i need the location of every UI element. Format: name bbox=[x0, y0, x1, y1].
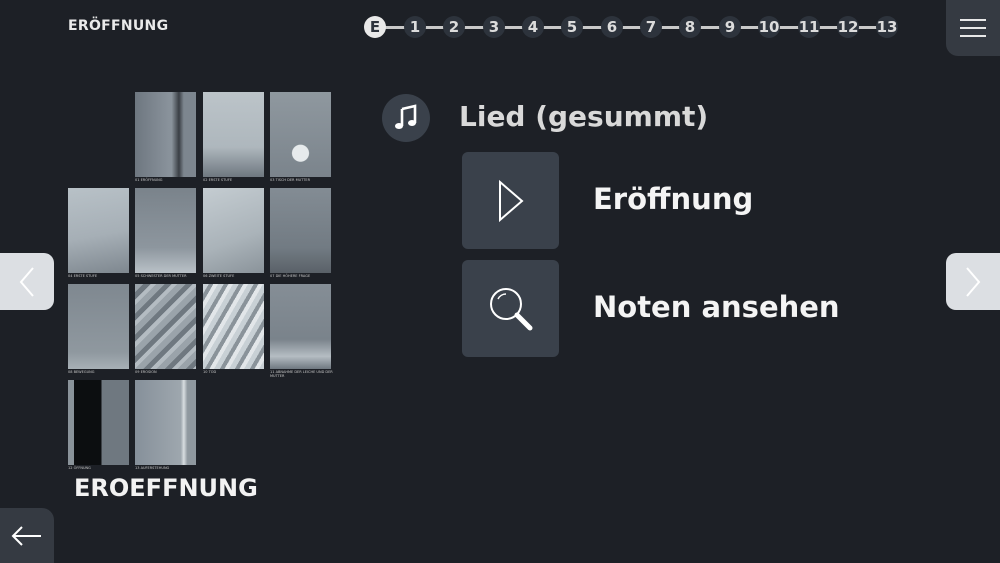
play-icon bbox=[498, 179, 524, 222]
previous-button[interactable] bbox=[0, 253, 54, 310]
thumbnail-caption: 01 ERÖFFNUNG bbox=[135, 178, 163, 182]
scene-label: EROEFFNUNG bbox=[74, 474, 258, 502]
next-button[interactable] bbox=[946, 253, 1000, 310]
chapter-stepper: E 1 2 3 4 5 6 7 8 9 10 11 12 13 bbox=[364, 16, 900, 38]
thumbnail-image bbox=[68, 380, 129, 465]
play-label[interactable]: Eröffnung bbox=[593, 182, 753, 216]
song-icon bbox=[382, 94, 430, 142]
thumbnail[interactable]: 05 SCHWESTER DER MUTTER bbox=[135, 188, 196, 278]
play-button[interactable] bbox=[462, 152, 559, 249]
page-title: ERÖFFNUNG bbox=[68, 18, 169, 34]
thumbnail-caption: 11 ABNAHME DER LEICHE UND DER MUTTER bbox=[270, 370, 333, 378]
song-title: Lied (gesummt) bbox=[459, 100, 709, 133]
thumbnail-caption: 08 BEWEGUNG bbox=[68, 370, 95, 374]
thumbnail-caption: 09 EROSION bbox=[135, 370, 157, 374]
thumbnail[interactable]: 07 DIE HÖHERE FRAGE bbox=[270, 188, 331, 278]
thumbnail-caption: 03 TISCH DER MUTTER bbox=[270, 178, 311, 182]
thumbnail[interactable]: 10 TOD bbox=[203, 284, 264, 374]
step-10[interactable]: 10 bbox=[758, 16, 780, 38]
thumbnail-caption: 02 ERSTE STUFE bbox=[203, 178, 233, 182]
thumbnail-image bbox=[135, 284, 196, 369]
thumbnail-image bbox=[203, 188, 264, 273]
thumbnail[interactable]: 08 BEWEGUNG bbox=[68, 284, 129, 374]
thumbnail[interactable]: 02 ERSTE STUFE bbox=[203, 92, 264, 182]
step-9[interactable]: 9 bbox=[719, 16, 741, 38]
thumbnail-image bbox=[270, 284, 331, 369]
thumbnail-caption: 05 SCHWESTER DER MUTTER bbox=[135, 274, 187, 278]
step-6[interactable]: 6 bbox=[601, 16, 623, 38]
music-note-icon bbox=[395, 104, 417, 129]
step-13[interactable]: 13 bbox=[876, 16, 898, 38]
hamburger-icon-bar bbox=[960, 19, 986, 21]
step-1[interactable]: 1 bbox=[404, 16, 426, 38]
view-score-button[interactable] bbox=[462, 260, 559, 357]
step-2[interactable]: 2 bbox=[443, 16, 465, 38]
hamburger-icon-bar bbox=[960, 35, 986, 37]
chevron-right-icon bbox=[966, 266, 981, 297]
back-button[interactable] bbox=[0, 508, 54, 563]
thumbnail[interactable]: 13 AUFERSTEHUNG bbox=[135, 380, 196, 470]
thumbnail-caption: 13 AUFERSTEHUNG bbox=[135, 466, 170, 470]
scene-thumbnail-grid: 01 ERÖFFNUNG 02 ERSTE STUFE 03 TISCH DER… bbox=[68, 92, 334, 472]
thumbnail-caption: 10 TOD bbox=[203, 370, 217, 374]
thumbnail-caption: 06 ZWEITE STUFE bbox=[203, 274, 235, 278]
thumbnail-image bbox=[135, 92, 196, 177]
magnifier-icon bbox=[489, 287, 532, 330]
thumbnail[interactable]: 03 TISCH DER MUTTER bbox=[270, 92, 331, 182]
arrow-left-icon bbox=[11, 525, 41, 546]
view-score-label[interactable]: Noten ansehen bbox=[593, 290, 840, 324]
menu-button[interactable] bbox=[946, 0, 1000, 56]
thumbnail[interactable]: 11 ABNAHME DER LEICHE UND DER MUTTER bbox=[270, 284, 333, 378]
thumbnail-caption: 07 DIE HÖHERE FRAGE bbox=[270, 274, 311, 278]
step-7[interactable]: 7 bbox=[640, 16, 662, 38]
step-3[interactable]: 3 bbox=[483, 16, 505, 38]
thumbnail-image bbox=[203, 92, 264, 177]
step-4[interactable]: 4 bbox=[522, 16, 544, 38]
thumbnail-caption: 04 ERSTE STUFE bbox=[68, 274, 98, 278]
thumbnail-image bbox=[270, 188, 331, 273]
hamburger-icon-bar bbox=[960, 27, 986, 29]
thumbnail[interactable]: 04 ERSTE STUFE bbox=[68, 188, 129, 278]
chevron-left-icon bbox=[19, 266, 34, 297]
step-12[interactable]: 12 bbox=[837, 16, 859, 38]
thumbnail-image bbox=[203, 284, 264, 369]
thumbnail-image bbox=[68, 284, 129, 369]
thumbnail-image bbox=[135, 380, 196, 465]
thumbnail-caption: 12 ÖFFNUNG bbox=[68, 466, 91, 470]
step-11[interactable]: 11 bbox=[798, 16, 820, 38]
thumbnail-image bbox=[135, 188, 196, 273]
thumbnail[interactable]: 01 ERÖFFNUNG bbox=[135, 92, 196, 182]
step-8[interactable]: 8 bbox=[679, 16, 701, 38]
thumbnail-image bbox=[68, 188, 129, 273]
step-5[interactable]: 5 bbox=[561, 16, 583, 38]
thumbnail[interactable]: 09 EROSION bbox=[135, 284, 196, 374]
thumbnail[interactable]: 12 ÖFFNUNG bbox=[68, 380, 129, 470]
thumbnail-image bbox=[270, 92, 331, 177]
step-e[interactable]: E bbox=[364, 16, 386, 38]
thumbnail[interactable]: 06 ZWEITE STUFE bbox=[203, 188, 264, 278]
